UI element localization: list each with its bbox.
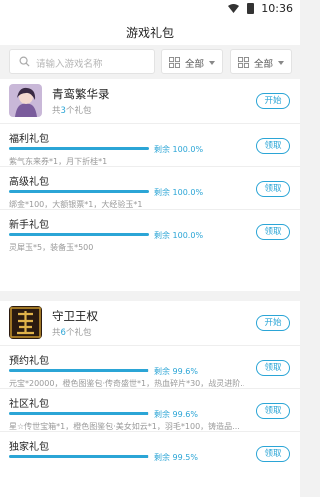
status-time: 10:36 [261, 2, 293, 15]
chevron-down-icon [278, 61, 284, 65]
gift-item: 预约礼包 剩余 99.6% 元宝*20000，橙色图鉴包·传奇盛世*1，热血碎片… [0, 346, 300, 389]
claim-button[interactable]: 领取 [256, 360, 290, 376]
remaining-progress-bar [9, 455, 149, 458]
game-name: 青鸾繁华录 [52, 87, 110, 101]
remaining-progress-bar [9, 147, 149, 150]
remaining-percent: 剩余 100.0% [154, 145, 204, 154]
remaining-percent: 剩余 100.0% [154, 231, 204, 240]
game-card: 青鸾繁华录 共3个礼包 开始 福利礼包 剩余 100.0% 紫气东来券*1，月下… [0, 79, 300, 291]
remaining-progress-bar [9, 233, 149, 236]
grid-icon [169, 57, 180, 68]
gift-name: 高级礼包 [9, 177, 49, 188]
gift-name: 新手礼包 [9, 220, 49, 231]
gift-name: 预约礼包 [9, 356, 49, 367]
remaining-progress-bar [9, 412, 149, 415]
gift-item: 新手礼包 剩余 100.0% 灵犀玉*5，装备玉*500 领取 [0, 210, 300, 253]
search-input[interactable]: 请输入游戏名称 [9, 49, 155, 74]
gift-contents: 绑金*100，大额银票*1，大经验玉*1 [9, 200, 143, 209]
game-name: 守卫王权 [52, 309, 98, 323]
claim-button[interactable]: 领取 [256, 138, 290, 154]
gift-contents: 紫气东来券*1，月下折桂*1 [9, 157, 108, 166]
gift-count: 共3个礼包 [52, 106, 92, 116]
status-bar: 10:36 [0, 0, 300, 17]
game-card: 守卫王权 共6个礼包 开始 预约礼包 剩余 99.6% 元宝*20000，橙色图… [0, 301, 300, 497]
category-select-value: 全部 [185, 59, 205, 70]
gift-contents: 元宝*20000，橙色图鉴包·传奇盛世*1，热血碎片*30，战灵进阶... [9, 379, 244, 388]
claim-button[interactable]: 领取 [256, 224, 290, 240]
type-select[interactable]: 全部 [230, 49, 292, 74]
gift-contents: 灵犀玉*5，装备玉*500 [9, 243, 94, 252]
remaining-percent: 剩余 100.0% [154, 188, 204, 197]
gift-count: 共6个礼包 [52, 328, 92, 338]
remaining-percent: 剩余 99.6% [154, 410, 198, 419]
gift-name: 独家礼包 [9, 442, 49, 453]
chevron-down-icon [209, 61, 215, 65]
gift-item: 独家礼包 剩余 99.5% 领取 [0, 432, 300, 475]
gift-contents: 星☆传世宝箱*1，橙色图鉴包·美女如云*1，羽毛*100，铸造品... [9, 422, 240, 431]
game-header: 守卫王权 共6个礼包 开始 [0, 301, 300, 346]
category-select[interactable]: 全部 [161, 49, 223, 74]
remaining-progress-bar [9, 369, 149, 372]
game-icon-shouwei [9, 306, 42, 339]
search-icon [19, 56, 30, 67]
gift-name: 福利礼包 [9, 134, 49, 145]
start-game-button[interactable]: 开始 [256, 315, 290, 331]
gift-name: 社区礼包 [9, 399, 49, 410]
gift-item: 社区礼包 剩余 99.6% 星☆传世宝箱*1，橙色图鉴包·美女如云*1，羽毛*1… [0, 389, 300, 432]
battery-icon [247, 3, 254, 14]
claim-button[interactable]: 领取 [256, 403, 290, 419]
search-placeholder: 请输入游戏名称 [36, 59, 103, 70]
game-header: 青鸾繁华录 共3个礼包 开始 [0, 79, 300, 124]
remaining-percent: 剩余 99.6% [154, 367, 198, 376]
page-title: 游戏礼包 [125, 26, 174, 40]
type-select-value: 全部 [254, 59, 274, 70]
grid-icon [238, 57, 249, 68]
gift-item: 福利礼包 剩余 100.0% 紫气东来券*1，月下折桂*1 领取 [0, 124, 300, 167]
wifi-icon [228, 4, 239, 13]
filter-bar: 请输入游戏名称 全部 全部 [0, 45, 300, 78]
title-bar: 游戏礼包 [0, 17, 300, 45]
claim-button[interactable]: 领取 [256, 446, 290, 462]
gift-item: 高级礼包 剩余 100.0% 绑金*100，大额银票*1，大经验玉*1 领取 [0, 167, 300, 210]
remaining-progress-bar [9, 190, 149, 193]
remaining-percent: 剩余 99.5% [154, 453, 198, 462]
game-icon-qingluan [9, 84, 42, 117]
start-game-button[interactable]: 开始 [256, 93, 290, 109]
claim-button[interactable]: 领取 [256, 181, 290, 197]
